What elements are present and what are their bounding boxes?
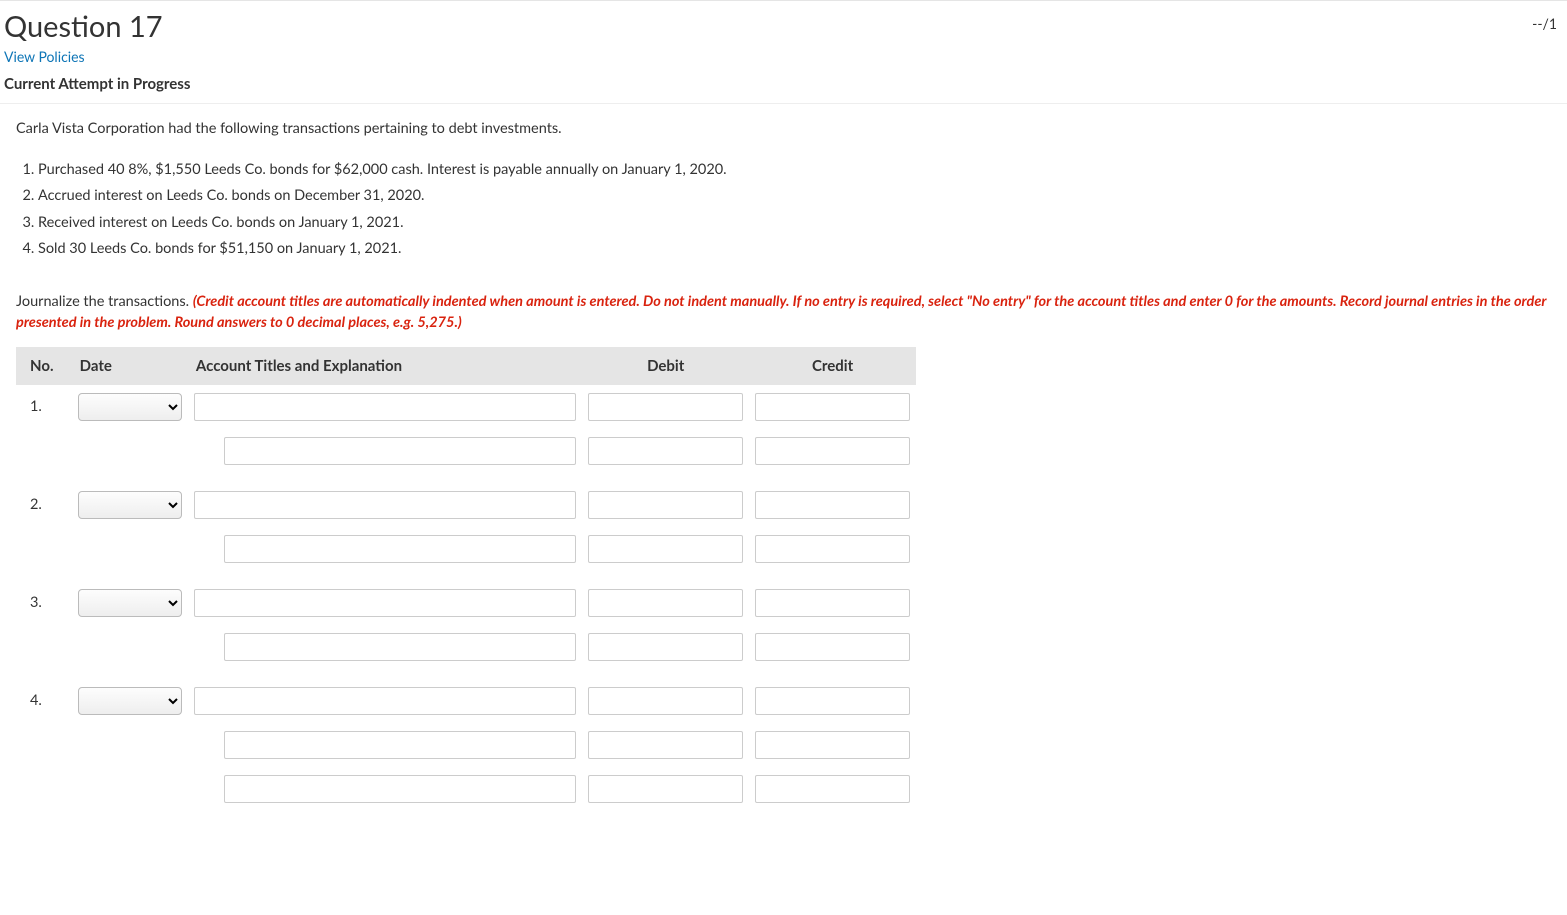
table-row: 3.	[16, 581, 916, 625]
debit-input[interactable]	[588, 589, 743, 617]
table-row	[16, 527, 916, 571]
list-item: Sold 30 Leeds Co. bonds for $51,150 on J…	[38, 236, 1551, 262]
list-item: Purchased 40 8%, $1,550 Leeds Co. bonds …	[38, 157, 1551, 183]
date-select[interactable]	[78, 687, 182, 715]
account-title-input[interactable]	[224, 775, 576, 803]
account-title-input[interactable]	[224, 731, 576, 759]
table-row	[16, 723, 916, 767]
account-title-input[interactable]	[224, 535, 576, 563]
col-header-no: No.	[16, 347, 72, 385]
debit-input[interactable]	[588, 393, 743, 421]
col-header-debit: Debit	[582, 347, 749, 385]
credit-input[interactable]	[755, 687, 910, 715]
col-header-date: Date	[72, 347, 188, 385]
debit-input[interactable]	[588, 437, 743, 465]
debit-input[interactable]	[588, 535, 743, 563]
row-number: 1.	[16, 385, 72, 429]
credit-input[interactable]	[755, 393, 910, 421]
table-row	[16, 429, 916, 473]
debit-input[interactable]	[588, 775, 743, 803]
debit-input[interactable]	[588, 491, 743, 519]
instructions-note: (Credit account titles are automatically…	[16, 293, 1546, 331]
table-row	[16, 625, 916, 669]
table-row: 2.	[16, 483, 916, 527]
journal-entry-table: No. Date Account Titles and Explanation …	[16, 347, 916, 811]
account-title-input[interactable]	[194, 687, 576, 715]
instructions-lead: Journalize the transactions.	[16, 293, 193, 310]
date-select[interactable]	[78, 393, 182, 421]
list-item: Accrued interest on Leeds Co. bonds on D…	[38, 183, 1551, 209]
account-title-input[interactable]	[194, 491, 576, 519]
question-score: --/1	[1532, 9, 1559, 32]
date-select[interactable]	[78, 589, 182, 617]
debit-input[interactable]	[588, 687, 743, 715]
account-title-input[interactable]	[194, 393, 576, 421]
transaction-list: Purchased 40 8%, $1,550 Leeds Co. bonds …	[16, 157, 1551, 263]
list-item: Received interest on Leeds Co. bonds on …	[38, 210, 1551, 236]
credit-input[interactable]	[755, 589, 910, 617]
credit-input[interactable]	[755, 731, 910, 759]
question-title: Question 17	[4, 9, 163, 44]
debit-input[interactable]	[588, 731, 743, 759]
credit-input[interactable]	[755, 437, 910, 465]
row-number: 2.	[16, 483, 72, 527]
row-number: 4.	[16, 679, 72, 723]
col-header-credit: Credit	[749, 347, 916, 385]
col-header-acct: Account Titles and Explanation	[188, 347, 582, 385]
date-select[interactable]	[78, 491, 182, 519]
table-row: 4.	[16, 679, 916, 723]
credit-input[interactable]	[755, 491, 910, 519]
account-title-input[interactable]	[224, 437, 576, 465]
credit-input[interactable]	[755, 775, 910, 803]
credit-input[interactable]	[755, 633, 910, 661]
account-title-input[interactable]	[224, 633, 576, 661]
account-title-input[interactable]	[194, 589, 576, 617]
instructions: Journalize the transactions. (Credit acc…	[16, 291, 1551, 333]
attempt-status: Current Attempt in Progress	[0, 69, 1567, 103]
table-row	[16, 767, 916, 811]
intro-text: Carla Vista Corporation had the followin…	[16, 120, 1551, 137]
credit-input[interactable]	[755, 535, 910, 563]
debit-input[interactable]	[588, 633, 743, 661]
table-row: 1.	[16, 385, 916, 429]
row-number: 3.	[16, 581, 72, 625]
view-policies-link[interactable]: View Policies	[0, 44, 89, 69]
